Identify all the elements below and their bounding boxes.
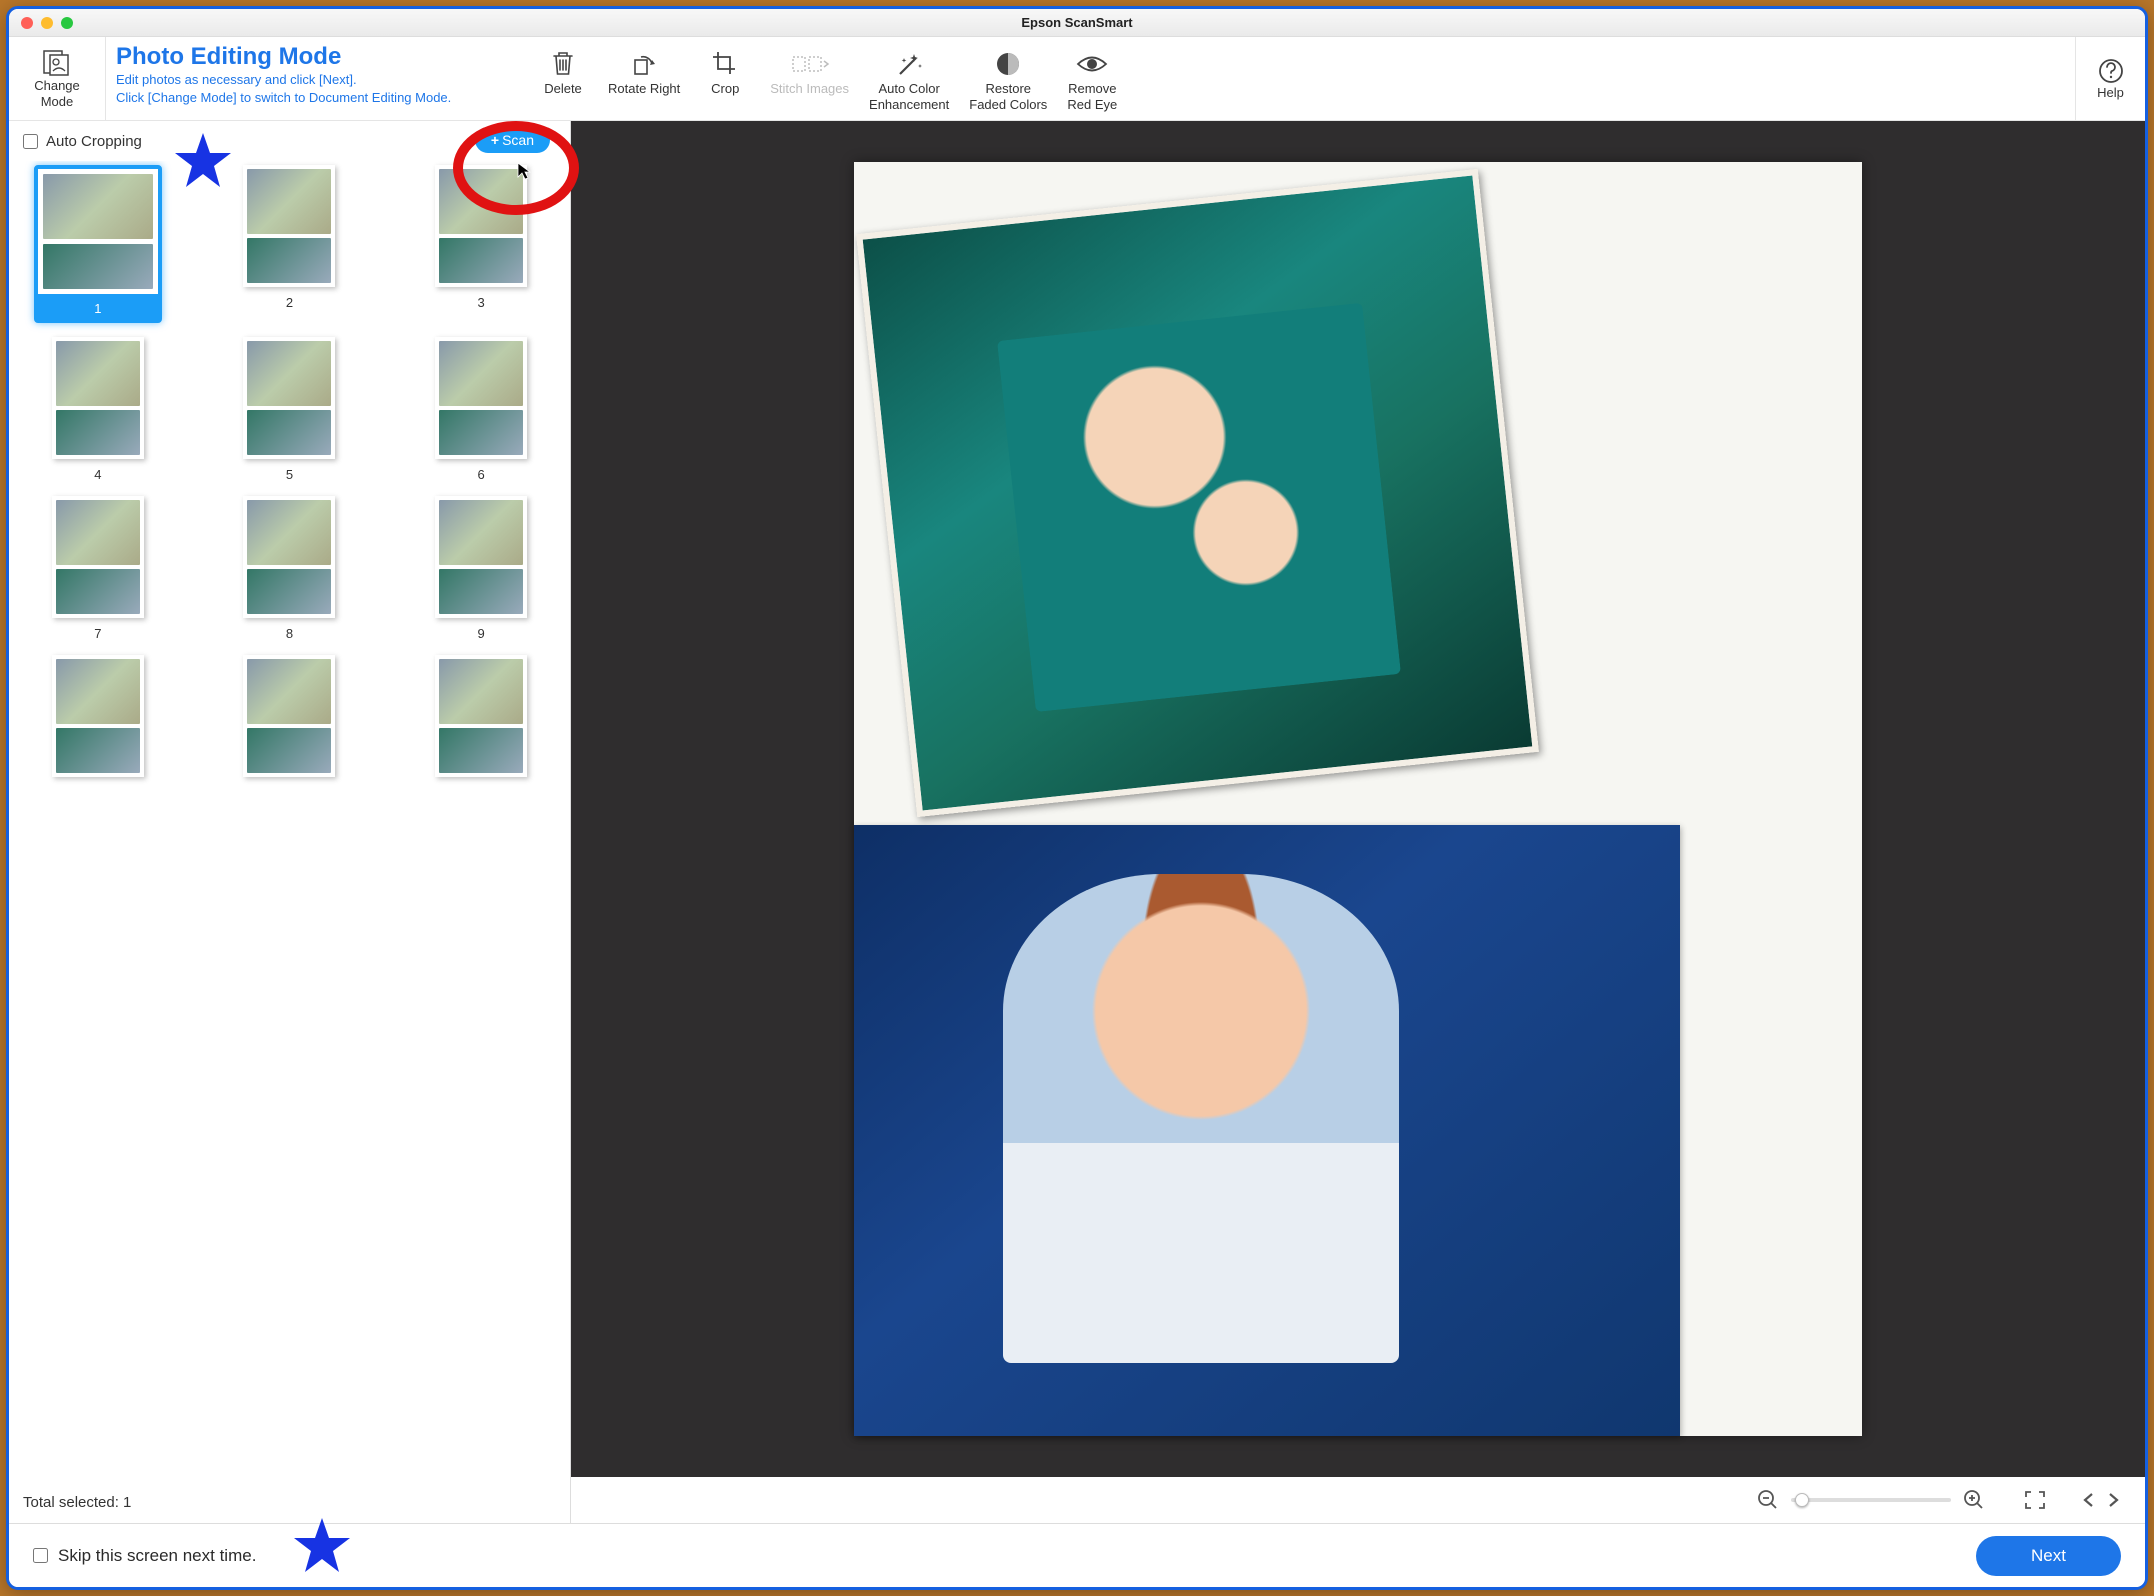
zoom-out-icon (1757, 1489, 1779, 1511)
remove-red-eye-label: Remove Red Eye (1067, 81, 1117, 112)
restore-faded-colors-button[interactable]: Restore Faded Colors (959, 43, 1057, 116)
thumbnails-grid: 1 2 3 4 5 6 7 8 9 (17, 165, 562, 785)
chevron-right-icon (2107, 1492, 2121, 1508)
zoom-slider-knob[interactable] (1795, 1493, 1809, 1507)
close-icon[interactable] (21, 17, 33, 29)
thumbnail-item[interactable]: 4 (21, 337, 175, 482)
scan-button-label: Scan (502, 132, 534, 148)
auto-cropping-checkbox[interactable] (23, 134, 38, 149)
thumbnail-item[interactable]: 5 (213, 337, 367, 482)
auto-color-enhancement-button[interactable]: Auto Color Enhancement (859, 43, 959, 116)
thumbnail-number: 5 (286, 467, 293, 482)
mode-subtext-1: Edit photos as necessary and click [Next… (116, 71, 514, 89)
next-button-label: Next (2031, 1546, 2066, 1565)
skip-screen-checkbox[interactable] (33, 1548, 48, 1563)
auto-cropping-label: Auto Cropping (46, 133, 142, 150)
preview-photo-top (856, 169, 1538, 817)
window-title: Epson ScanSmart (9, 15, 2145, 30)
thumbnail-number: 6 (478, 467, 485, 482)
eye-icon (1076, 53, 1108, 75)
preview-photo-bottom (854, 825, 1680, 1437)
restore-colors-icon (994, 50, 1022, 78)
top-toolbar: Change Mode Photo Editing Mode Edit phot… (9, 37, 2145, 121)
thumbnail-number: 1 (38, 298, 158, 319)
crop-button[interactable]: Crop (690, 43, 760, 101)
magic-wand-icon (894, 50, 924, 78)
thumbnail-item[interactable] (213, 655, 367, 785)
thumbnail-number: 4 (94, 467, 101, 482)
restore-faded-label: Restore Faded Colors (969, 81, 1047, 112)
delete-button[interactable]: Delete (528, 43, 598, 101)
crop-icon (711, 50, 739, 78)
thumbnails-scroll[interactable]: 1 2 3 4 5 6 7 8 9 (9, 161, 570, 1486)
help-label: Help (2097, 85, 2124, 100)
thumbnail-item[interactable]: 3 (404, 165, 558, 323)
app-window: Epson ScanSmart Change Mode Photo Editin… (6, 6, 2148, 1590)
footer-bar: Skip this screen next time. Next (9, 1523, 2145, 1587)
thumbnail-number: 9 (478, 626, 485, 641)
chevron-left-icon (2081, 1492, 2095, 1508)
mode-subtext-2: Click [Change Mode] to switch to Documen… (116, 89, 514, 107)
preview-panel (571, 121, 2145, 1523)
help-icon (2097, 57, 2125, 85)
change-mode-label: Change Mode (34, 78, 80, 109)
preview-canvas[interactable] (571, 121, 2145, 1477)
skip-screen-label: Skip this screen next time. (58, 1546, 256, 1566)
stitch-icon (790, 51, 830, 77)
thumbnail-item[interactable] (21, 655, 175, 785)
thumbnails-panel: Auto Cropping + Scan 1 2 3 4 5 6 7 8 9 Total sel… (9, 121, 571, 1523)
stitch-images-label: Stitch Images (770, 81, 849, 97)
scanned-page-preview (854, 162, 1861, 1436)
thumbnail-item[interactable]: 9 (404, 496, 558, 641)
tool-buttons: Delete Rotate Right (524, 37, 2075, 120)
total-selected-label: Total selected: 1 (9, 1486, 570, 1523)
help-button[interactable]: Help (2075, 37, 2145, 120)
next-button[interactable]: Next (1976, 1536, 2121, 1576)
zoom-out-button[interactable] (1757, 1489, 1779, 1511)
auto-color-label: Auto Color Enhancement (869, 81, 949, 112)
rotate-right-icon (630, 50, 658, 78)
next-page-button[interactable] (2107, 1492, 2121, 1508)
thumbnail-item[interactable] (404, 655, 558, 785)
expand-icon (2023, 1489, 2047, 1511)
thumbnail-item[interactable]: 1 (21, 165, 175, 323)
auto-crop-controls: Auto Cropping + Scan (9, 121, 570, 161)
remove-red-eye-button[interactable]: Remove Red Eye (1057, 43, 1127, 116)
page-title: Photo Editing Mode (116, 43, 514, 71)
rotate-right-button[interactable]: Rotate Right (598, 43, 690, 101)
plus-icon: + (491, 132, 499, 148)
thumbnail-item[interactable]: 7 (21, 496, 175, 641)
thumbnail-item[interactable]: 8 (213, 496, 367, 641)
preview-zoom-controls (571, 1477, 2145, 1523)
thumbnail-item[interactable]: 2 (213, 165, 367, 323)
zoom-in-button[interactable] (1963, 1489, 1985, 1511)
zoom-icon[interactable] (61, 17, 73, 29)
body-row: Auto Cropping + Scan 1 2 3 4 5 6 7 8 9 Total sel… (9, 121, 2145, 1523)
fit-to-screen-button[interactable] (2023, 1489, 2047, 1511)
thumbnail-item[interactable]: 6 (404, 337, 558, 482)
change-mode-icon (41, 48, 73, 78)
title-bar[interactable]: Epson ScanSmart (9, 9, 2145, 37)
delete-label: Delete (544, 81, 582, 97)
traffic-lights (21, 17, 73, 29)
stitch-images-button: Stitch Images (760, 43, 859, 101)
thumbnail-number: 2 (286, 295, 293, 310)
trash-icon (550, 50, 576, 78)
zoom-in-icon (1963, 1489, 1985, 1511)
thumbnail-number: 7 (94, 626, 101, 641)
change-mode-button[interactable]: Change Mode (9, 37, 106, 120)
main-content: Change Mode Photo Editing Mode Edit phot… (9, 37, 2145, 1587)
prev-page-button[interactable] (2081, 1492, 2095, 1508)
crop-label: Crop (711, 81, 739, 97)
scan-button[interactable]: + Scan (475, 127, 550, 153)
thumbnail-number: 3 (478, 295, 485, 310)
minimize-icon[interactable] (41, 17, 53, 29)
rotate-right-label: Rotate Right (608, 81, 680, 97)
mode-header: Photo Editing Mode Edit photos as necess… (106, 37, 524, 120)
thumbnail-number: 8 (286, 626, 293, 641)
zoom-slider[interactable] (1791, 1498, 1951, 1502)
